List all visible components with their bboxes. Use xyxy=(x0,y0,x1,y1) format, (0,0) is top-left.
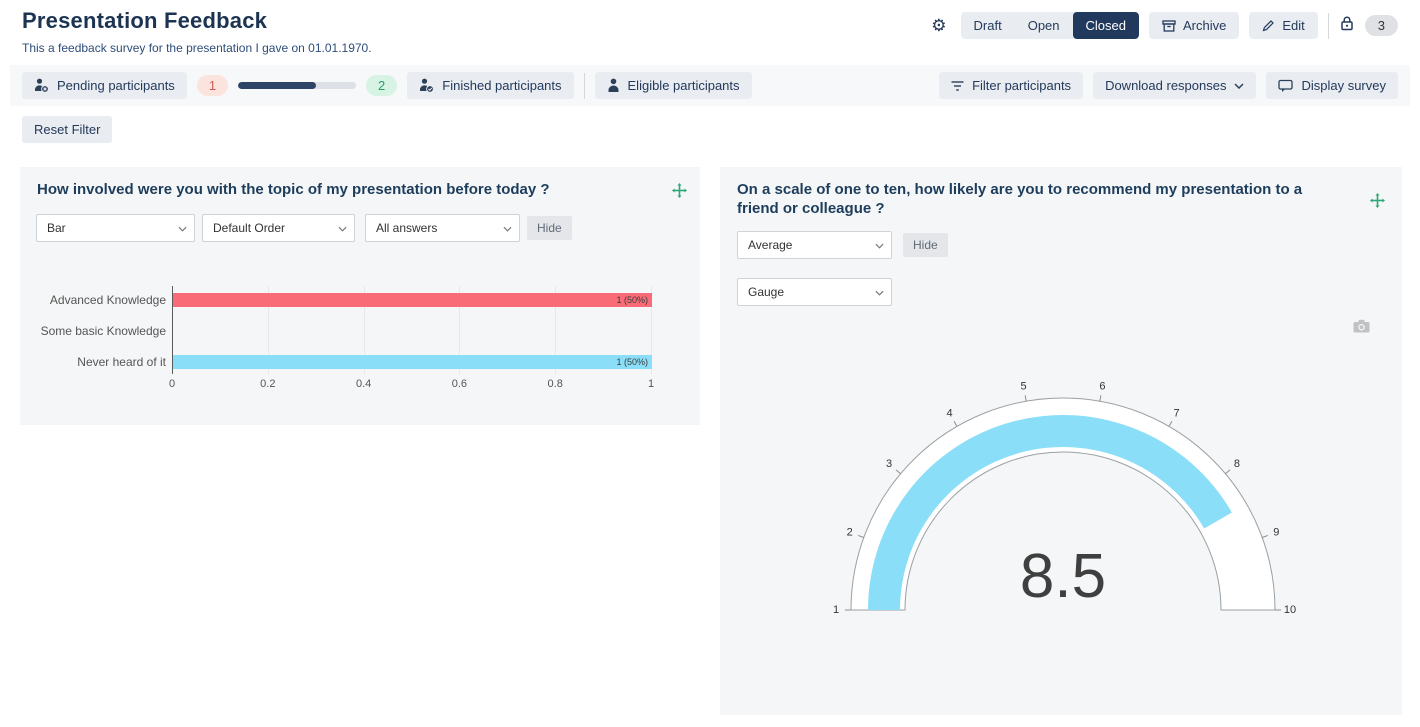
gauge-tick xyxy=(1100,395,1101,401)
filter-icon xyxy=(951,80,964,92)
survey-status-group: Draft Open Closed xyxy=(961,12,1139,39)
toolbar-left: Pending participants 1 2 Finished partic… xyxy=(22,72,752,99)
gauge-tick xyxy=(858,535,864,537)
pencil-icon xyxy=(1262,19,1275,32)
header: Presentation Feedback This a feedback su… xyxy=(0,0,1420,55)
gauge-tick-label: 6 xyxy=(1099,380,1105,392)
status-button-open[interactable]: Open xyxy=(1015,12,1073,39)
x-tick-label: 0 xyxy=(169,378,175,390)
lock-icon xyxy=(1339,15,1355,37)
gauge-tick xyxy=(1225,470,1230,474)
gauge-tick xyxy=(896,470,901,474)
x-tick-label: 0.6 xyxy=(452,378,467,390)
finished-participants-label: Finished participants xyxy=(442,78,561,93)
question-panel-bar: How involved were you with the topic of … xyxy=(20,167,700,425)
participants-toolbar: Pending participants 1 2 Finished partic… xyxy=(10,65,1410,106)
x-tick-label: 1 xyxy=(648,378,654,390)
person-check-icon xyxy=(419,78,434,93)
bar-value-label: 1 (50%) xyxy=(616,295,648,305)
category-label: Some basic Knowledge xyxy=(20,324,166,338)
edit-button[interactable]: Edit xyxy=(1249,12,1317,39)
settings-button[interactable]: ⚙ xyxy=(927,13,950,38)
person-icon xyxy=(607,78,620,93)
display-survey-button[interactable]: Display survey xyxy=(1266,72,1398,99)
chevron-down-icon xyxy=(1234,83,1244,89)
question-panel-gauge: On a scale of one to ten, how likely are… xyxy=(720,167,1402,715)
gauge-tick-label: 2 xyxy=(847,526,853,538)
page-title: Presentation Feedback xyxy=(22,8,372,34)
pending-count-pill: 1 xyxy=(197,75,228,96)
eligible-participants-label: Eligible participants xyxy=(628,78,740,93)
finished-participants-button[interactable]: Finished participants xyxy=(407,72,573,99)
survey-dashboard-page: Presentation Feedback This a feedback su… xyxy=(0,0,1420,727)
gauge-tick-label: 1 xyxy=(833,604,839,616)
participants-progress-bar xyxy=(238,82,356,89)
eligible-participants-button[interactable]: Eligible participants xyxy=(595,72,752,99)
download-responses-button[interactable]: Download responses xyxy=(1093,72,1256,99)
pending-participants-button[interactable]: Pending participants xyxy=(22,72,187,99)
gauge-tick-label: 3 xyxy=(886,458,892,470)
toolbar-divider xyxy=(584,73,585,99)
display-icon xyxy=(1278,79,1293,93)
pending-participants-label: Pending participants xyxy=(57,78,175,93)
header-divider xyxy=(1328,13,1329,39)
category-label: Advanced Knowledge xyxy=(20,293,166,307)
archive-label: Archive xyxy=(1183,18,1226,33)
gauge-tick-label: 9 xyxy=(1273,526,1279,538)
gauge-tick xyxy=(1169,421,1172,426)
bar-value-label: 1 (50%) xyxy=(616,357,648,367)
header-titles: Presentation Feedback This a feedback su… xyxy=(22,8,372,55)
gauge-chart: 1 2 3 4 5 6 7 8 9 10 8.5 xyxy=(720,167,1402,715)
bar-chart: 0 0.2 0.4 0.6 0.8 1 Advanced Knowledge 1 (50%) S… xyxy=(20,167,700,425)
person-x-icon xyxy=(34,78,49,93)
status-button-closed[interactable]: Closed xyxy=(1073,12,1139,39)
archive-button[interactable]: Archive xyxy=(1149,12,1239,39)
reset-filter-button[interactable]: Reset Filter xyxy=(22,116,112,143)
gauge-tick-label: 7 xyxy=(1173,407,1179,419)
category-label: Never heard of it xyxy=(20,355,166,369)
filter-row: Reset Filter xyxy=(22,116,1420,143)
gauge-tick xyxy=(1025,395,1026,401)
gear-icon: ⚙ xyxy=(931,17,946,34)
status-button-draft[interactable]: Draft xyxy=(961,12,1015,39)
x-tick-label: 0.2 xyxy=(260,378,275,390)
finished-count-pill: 2 xyxy=(366,75,397,96)
display-survey-label: Display survey xyxy=(1301,78,1386,93)
bar: 1 (50%) xyxy=(173,293,652,307)
participants-progress-fill xyxy=(238,82,316,89)
gauge-tick-label: 8 xyxy=(1234,458,1240,470)
page-subtitle: This a feedback survey for the presentat… xyxy=(22,41,372,55)
gauge-tick-label: 10 xyxy=(1284,604,1296,616)
permission-count-badge[interactable]: 3 xyxy=(1365,15,1398,36)
gauge-tick xyxy=(1262,535,1268,537)
gauge-tick-label: 5 xyxy=(1021,380,1027,392)
gauge-value: 8.5 xyxy=(1020,542,1106,611)
edit-label: Edit xyxy=(1282,18,1304,33)
bar: 1 (50%) xyxy=(173,355,652,369)
x-tick-label: 0.8 xyxy=(548,378,563,390)
filter-participants-label: Filter participants xyxy=(972,78,1071,93)
download-responses-label: Download responses xyxy=(1105,78,1226,93)
x-tick-label: 0.4 xyxy=(356,378,371,390)
gauge-tick-label: 4 xyxy=(946,407,952,419)
filter-participants-button[interactable]: Filter participants xyxy=(939,72,1083,99)
toolbar-right: Filter participants Download responses D… xyxy=(939,72,1398,99)
gauge-tick xyxy=(954,421,957,426)
header-controls: ⚙ Draft Open Closed Archive Edit xyxy=(927,12,1398,39)
archive-icon xyxy=(1162,19,1176,33)
